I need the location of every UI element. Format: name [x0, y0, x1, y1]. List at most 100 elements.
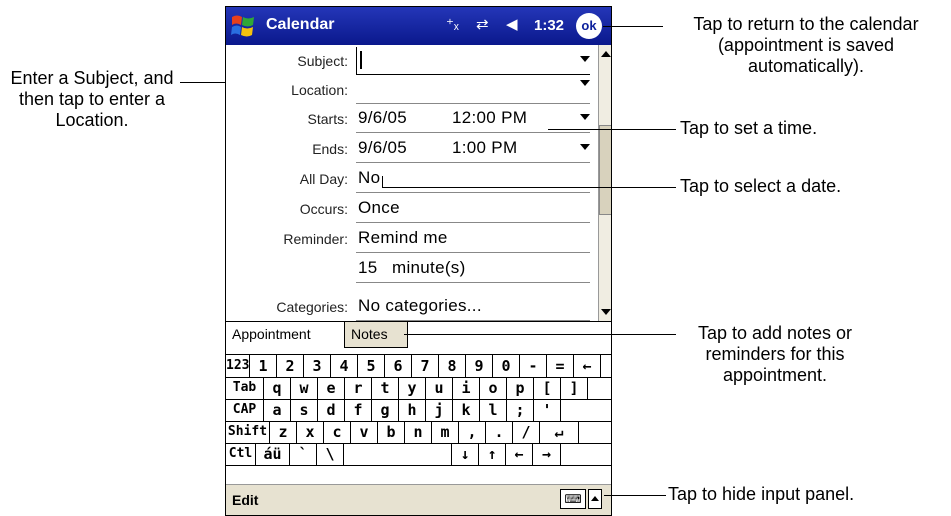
scroll-thumb[interactable] — [599, 125, 611, 215]
key[interactable]: 8 — [439, 355, 466, 377]
reminder-field[interactable]: Remind me — [356, 225, 590, 253]
callout-time-line — [548, 129, 676, 130]
key[interactable]: ← — [574, 355, 601, 377]
key[interactable]: \ — [317, 443, 344, 465]
space-key[interactable] — [344, 443, 452, 465]
keyboard-icon[interactable]: ⌨ — [560, 489, 586, 509]
key[interactable]: p — [507, 377, 534, 399]
reminder-amount[interactable]: 15 — [358, 258, 378, 278]
key[interactable]: Tab — [226, 377, 264, 399]
key[interactable]: ↓ — [452, 443, 479, 465]
key[interactable]: w — [291, 377, 318, 399]
key[interactable]: 4 — [331, 355, 358, 377]
reminder-unit[interactable]: minute(s) — [392, 258, 466, 278]
key[interactable]: i — [453, 377, 480, 399]
key[interactable]: t — [372, 377, 399, 399]
subject-dropdown-icon[interactable] — [580, 56, 590, 62]
clock[interactable]: 1:32 — [534, 17, 564, 34]
key[interactable]: b — [378, 421, 405, 443]
vertical-scrollbar[interactable] — [598, 45, 611, 321]
key[interactable]: ; — [507, 399, 534, 421]
key[interactable]: 5 — [358, 355, 385, 377]
key[interactable]: ↑ — [479, 443, 506, 465]
key[interactable]: - — [520, 355, 547, 377]
key[interactable]: ] — [561, 377, 588, 399]
key[interactable]: [ — [534, 377, 561, 399]
scroll-up-icon[interactable] — [601, 51, 611, 57]
key[interactable]: , — [459, 421, 486, 443]
starts-date[interactable]: 9/6/05 — [358, 108, 407, 128]
key[interactable]: ` — [290, 443, 317, 465]
key[interactable]: áü — [256, 443, 290, 465]
ends-field[interactable]: 9/6/05 1:00 PM — [356, 135, 590, 163]
key[interactable]: 9 — [466, 355, 493, 377]
key[interactable]: d — [318, 399, 345, 421]
tab-notes[interactable]: Notes — [344, 322, 408, 348]
ends-time[interactable]: 1:00 PM — [452, 138, 517, 158]
key[interactable]: = — [547, 355, 574, 377]
key[interactable]: x — [297, 421, 324, 443]
sip-toggle-icon[interactable] — [588, 489, 602, 509]
key[interactable]: ↵ — [540, 421, 579, 443]
ends-dropdown-icon[interactable] — [580, 144, 590, 150]
key[interactable]: 2 — [277, 355, 304, 377]
key[interactable]: 7 — [412, 355, 439, 377]
key[interactable]: n — [405, 421, 432, 443]
key[interactable]: / — [513, 421, 540, 443]
subject-field[interactable] — [356, 47, 590, 75]
key[interactable]: o — [480, 377, 507, 399]
location-dropdown-icon[interactable] — [580, 80, 590, 86]
tab-appointment[interactable]: Appointment — [226, 322, 344, 348]
reminder-amount-field[interactable]: 15 minute(s) — [356, 255, 590, 283]
key[interactable]: q — [264, 377, 291, 399]
key[interactable]: 1 — [250, 355, 277, 377]
key[interactable]: z — [270, 421, 297, 443]
key[interactable]: CAP — [226, 399, 264, 421]
key[interactable]: . — [486, 421, 513, 443]
key[interactable]: f — [345, 399, 372, 421]
all-day-field[interactable]: No — [356, 165, 590, 193]
key[interactable]: e — [318, 377, 345, 399]
key[interactable]: ← — [506, 443, 533, 465]
volume-icon[interactable]: ◀︎ — [506, 15, 518, 33]
starts-time[interactable]: 12:00 PM — [452, 108, 527, 128]
key[interactable]: h — [399, 399, 426, 421]
key[interactable]: v — [351, 421, 378, 443]
scroll-down-icon[interactable] — [601, 309, 611, 315]
key[interactable]: j — [426, 399, 453, 421]
key[interactable]: 3 — [304, 355, 331, 377]
key[interactable]: Ctl — [226, 443, 256, 465]
key[interactable]: m — [432, 421, 459, 443]
key[interactable]: c — [324, 421, 351, 443]
key[interactable]: → — [533, 443, 561, 465]
occurs-field[interactable]: Once — [356, 195, 590, 223]
occurs-row: Occurs: Once — [226, 195, 598, 223]
reminder-row: Reminder: Remind me — [226, 225, 598, 253]
key[interactable]: Shift — [226, 421, 270, 443]
key[interactable]: ' — [534, 399, 561, 421]
categories-row: Categories: No categories... — [226, 285, 598, 321]
key[interactable]: l — [480, 399, 507, 421]
key[interactable]: g — [372, 399, 399, 421]
location-field[interactable] — [356, 76, 590, 104]
key[interactable]: 6 — [385, 355, 412, 377]
connectivity-icon[interactable]: ⁺ₓ — [446, 15, 459, 33]
ends-date[interactable]: 9/6/05 — [358, 138, 407, 158]
key[interactable]: s — [291, 399, 318, 421]
ok-button[interactable]: ok — [576, 13, 602, 39]
key[interactable]: y — [399, 377, 426, 399]
key[interactable]: 123 — [226, 355, 250, 377]
categories-field[interactable]: No categories... — [356, 293, 590, 321]
key[interactable]: k — [453, 399, 480, 421]
key[interactable]: a — [264, 399, 291, 421]
starts-dropdown-icon[interactable] — [580, 114, 590, 120]
sync-icon[interactable]: ⇄ — [476, 15, 489, 33]
command-bar: Edit ⌨ — [226, 484, 611, 515]
start-menu-icon[interactable] — [230, 13, 256, 39]
key[interactable]: u — [426, 377, 453, 399]
key[interactable]: 0 — [493, 355, 520, 377]
edit-menu[interactable]: Edit — [232, 492, 258, 508]
callout-sip-line — [604, 495, 666, 496]
key[interactable]: r — [345, 377, 372, 399]
starts-label: Starts: — [307, 111, 348, 127]
